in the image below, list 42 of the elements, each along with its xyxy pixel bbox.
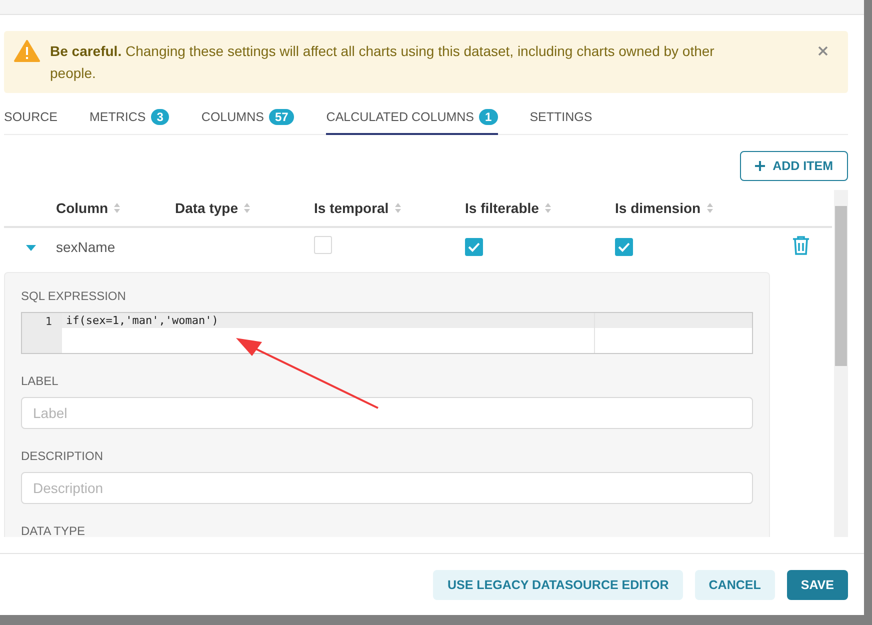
sort-icon[interactable]: [244, 203, 250, 213]
field-label: DATA TYPE: [21, 524, 86, 537]
add-item-button[interactable]: ADD ITEM: [740, 151, 848, 181]
count-badge: 57: [268, 109, 294, 125]
input-field[interactable]: Description: [21, 472, 753, 504]
tab[interactable]: SOURCE: [4, 101, 58, 135]
caret-icon[interactable]: [26, 245, 36, 251]
plus-icon: [754, 161, 765, 171]
table-cell-text: sexName: [56, 239, 116, 255]
line-number: 1: [22, 313, 62, 353]
trash-icon[interactable]: [792, 234, 810, 254]
field-label: LABEL: [21, 374, 60, 388]
input-field[interactable]: Label: [21, 397, 753, 429]
sort-icon[interactable]: [706, 203, 713, 213]
footer-button[interactable]: USE LEGACY DATASOURCE EDITOR: [433, 570, 683, 600]
tab[interactable]: CALCULATED COLUMNS 1: [326, 101, 498, 135]
tab[interactable]: SETTINGS: [530, 101, 592, 135]
sort-icon[interactable]: [544, 203, 551, 213]
column-header: Is filterable: [465, 200, 615, 216]
checkbox[interactable]: [465, 238, 483, 256]
count-badge: 1: [479, 109, 498, 125]
checkmark-icon: [618, 242, 630, 252]
footer-button[interactable]: SAVE: [786, 570, 848, 600]
count-badge: 3: [150, 109, 170, 125]
scrollbar[interactable]: [834, 190, 848, 537]
code-editor[interactable]: 1 if(sex=1,'man','woman'): [21, 312, 753, 354]
column-header: Is temporal: [314, 200, 465, 216]
checkmark-icon: [468, 242, 480, 252]
sort-icon[interactable]: [114, 203, 120, 213]
tab[interactable]: METRICS 3: [89, 101, 170, 135]
column-header: Is dimension: [615, 200, 792, 216]
warning-message: Be careful. Changing these settings will affect all charts using this dataset, including charts owned by other people.: [50, 42, 716, 83]
field-label: DESCRIPTION: [21, 449, 104, 463]
column-header: Column: [56, 200, 175, 216]
sort-icon[interactable]: [394, 203, 401, 213]
checkbox[interactable]: [615, 238, 633, 256]
close-icon: [818, 46, 828, 56]
tab[interactable]: COLUMNS 57: [201, 101, 294, 135]
warning-icon: [14, 40, 40, 62]
footer-button[interactable]: CANCEL: [694, 570, 775, 600]
column-header: Data type: [175, 200, 314, 216]
field-label: SQL EXPRESSION: [21, 289, 127, 303]
